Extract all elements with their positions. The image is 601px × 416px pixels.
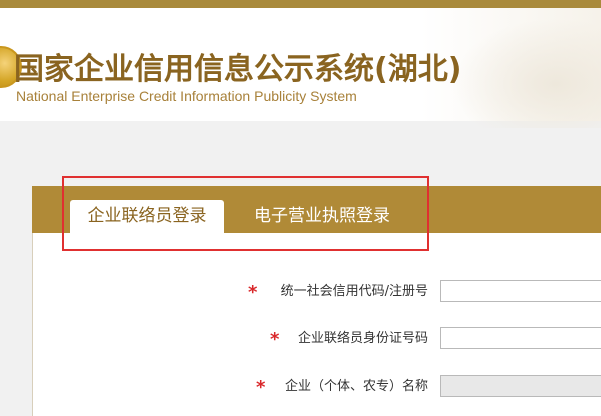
id-number-input[interactable] [440, 327, 601, 349]
top-accent-bar [0, 0, 601, 8]
required-mark: * [270, 329, 280, 350]
required-mark: * [256, 377, 266, 398]
form-row-credit-code: * 统一社会信用代码/注册号 [32, 278, 601, 306]
credit-code-input[interactable] [440, 280, 601, 302]
required-mark: * [248, 282, 258, 303]
site-header: 国家企业信用信息公示系统(湖北) National Enterprise Cre… [0, 8, 601, 128]
tab-e-license-login[interactable]: 电子营业执照登录 [232, 200, 412, 233]
tab-liaison-login[interactable]: 企业联络员登录 [70, 200, 224, 233]
field-label-id-number: 企业联络员身份证号码 [297, 331, 428, 346]
field-label-company-name: 企业（个体、农专）名称 [284, 379, 428, 394]
form-row-id-number: * 企业联络员身份证号码 [32, 325, 601, 353]
form-row-company-name: * 企业（个体、农专）名称 [32, 373, 601, 401]
field-label-credit-code: 统一社会信用代码/注册号 [280, 284, 428, 299]
site-subtitle: National Enterprise Credit Information P… [16, 88, 357, 104]
site-title: 国家企业信用信息公示系统(湖北) [14, 52, 462, 87]
header-watermark [451, 18, 601, 128]
company-name-input[interactable] [440, 375, 601, 397]
